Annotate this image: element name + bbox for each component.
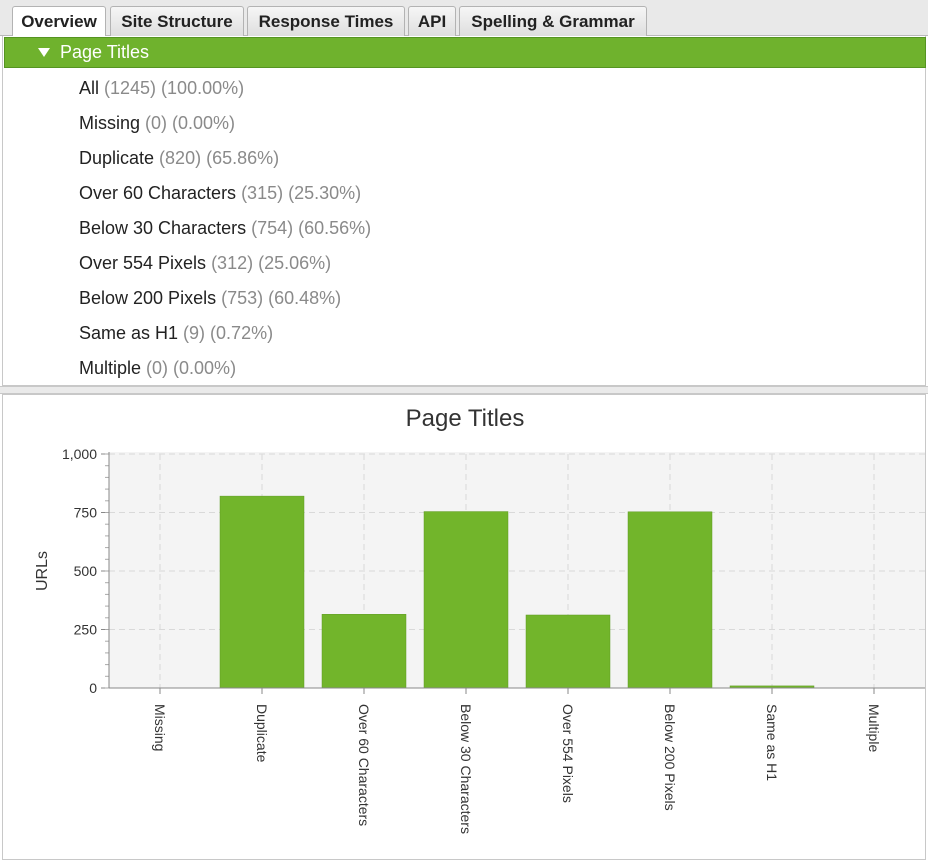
x-tick-label: Below 200 Pixels — [662, 704, 678, 811]
tree-item-count: (1245) — [104, 77, 157, 98]
tree-item-same-as-h1[interactable]: Same as H1 (9) (0.72%) — [79, 318, 273, 348]
bar-duplicate[interactable] — [219, 495, 305, 689]
tree-item-below-30-characters[interactable]: Below 30 Characters (754) (60.56%) — [79, 213, 371, 243]
tree-item-percent: (65.86%) — [206, 147, 280, 168]
y-tick-label: 250 — [74, 622, 98, 638]
tree-item-percent: (0.00%) — [172, 112, 236, 133]
page-titles-tree: Page Titles All (1245) (100.00%) Missing (0)… — [2, 36, 926, 386]
tree-item-label: Duplicate — [79, 147, 155, 168]
x-tick-label: Duplicate — [254, 704, 270, 763]
tree-item-over-60-characters[interactable]: Over 60 Characters (315) (25.30%) — [79, 178, 361, 208]
x-tick-label: Same as H1 — [764, 704, 780, 781]
tree-item-all[interactable]: All (1245) (100.00%) — [79, 73, 244, 103]
tree-item-count: (0) — [145, 112, 168, 133]
bar-over-554-pixels[interactable] — [525, 614, 611, 689]
tab-site-structure[interactable]: Site Structure — [110, 6, 244, 36]
tree-item-label: Missing — [79, 112, 141, 133]
y-axis-label: URLs — [34, 551, 51, 591]
tab-response-times[interactable]: Response Times — [247, 6, 405, 36]
bar-below-200-pixels[interactable] — [627, 511, 713, 689]
tree-item-percent: (60.48%) — [268, 287, 342, 308]
tab-overview[interactable]: Overview — [12, 6, 106, 37]
tree-item-count: (0) — [146, 357, 169, 378]
triangle-down-icon[interactable] — [38, 48, 50, 57]
tree-item-over-554-pixels[interactable]: Over 554 Pixels (312) (25.06%) — [79, 248, 331, 278]
tab-api[interactable]: API — [408, 6, 456, 36]
tree-item-percent: (0.72%) — [210, 322, 274, 343]
page-titles-bar-chart: 0 250 500 750 1,000 Missing Duplicate Over 60 C… — [34, 446, 925, 834]
tree-item-count: (820) — [159, 147, 202, 168]
tab-spelling-grammar[interactable]: Spelling & Grammar — [459, 6, 647, 36]
tree-item-label: Same as H1 — [79, 322, 179, 343]
y-tick-label: 500 — [74, 563, 98, 579]
x-tick-label: Over 554 Pixels — [560, 704, 576, 803]
tree-item-count: (753) — [221, 287, 264, 308]
y-tick-label: 750 — [74, 505, 98, 521]
bar-over-60-characters[interactable] — [321, 614, 407, 689]
y-tick-label: 1,000 — [62, 446, 97, 462]
chart-panel: Page Titles 0 250 500 750 1,000 Missing Duplic… — [2, 394, 926, 860]
tree-item-percent: (0.00%) — [173, 357, 237, 378]
tree-item-label: All — [79, 77, 100, 98]
panel-splitter[interactable] — [0, 386, 928, 394]
tree-item-percent: (60.56%) — [298, 217, 372, 238]
tree-item-percent: (25.30%) — [288, 182, 362, 203]
tab-bar: Overview Site Structure Response Times A… — [0, 0, 928, 37]
tree-item-label: Multiple — [79, 357, 142, 378]
tree-item-multiple[interactable]: Multiple (0) (0.00%) — [79, 353, 236, 383]
x-tick-label: Missing — [152, 704, 168, 751]
tree-item-missing[interactable]: Missing (0) (0.00%) — [79, 108, 235, 138]
bar-below-30-characters[interactable] — [423, 511, 509, 689]
tree-item-percent: (25.06%) — [258, 252, 332, 273]
x-tick-label: Below 30 Characters — [458, 704, 474, 834]
tree-item-label: Over 554 Pixels — [79, 252, 207, 273]
tree-item-count: (754) — [251, 217, 294, 238]
tree-item-label: Below 200 Pixels — [79, 287, 217, 308]
tree-item-percent: (100.00%) — [161, 77, 245, 98]
tree-item-below-200-pixels[interactable]: Below 200 Pixels (753) (60.48%) — [79, 283, 341, 313]
tree-item-label: Below 30 Characters — [79, 217, 247, 238]
x-tick-label: Multiple — [866, 704, 882, 752]
x-tick-label: Over 60 Characters — [356, 704, 372, 826]
tree-item-label: Over 60 Characters — [79, 182, 237, 203]
tree-item-count: (315) — [241, 182, 284, 203]
y-tick-label: 0 — [89, 680, 97, 696]
tree-header-page-titles[interactable]: Page Titles — [4, 37, 926, 68]
tree-item-count: (9) — [183, 322, 206, 343]
tree-item-duplicate[interactable]: Duplicate (820) (65.86%) — [79, 143, 279, 173]
tree-header-label: Page Titles — [60, 42, 150, 62]
tree-item-count: (312) — [211, 252, 254, 273]
